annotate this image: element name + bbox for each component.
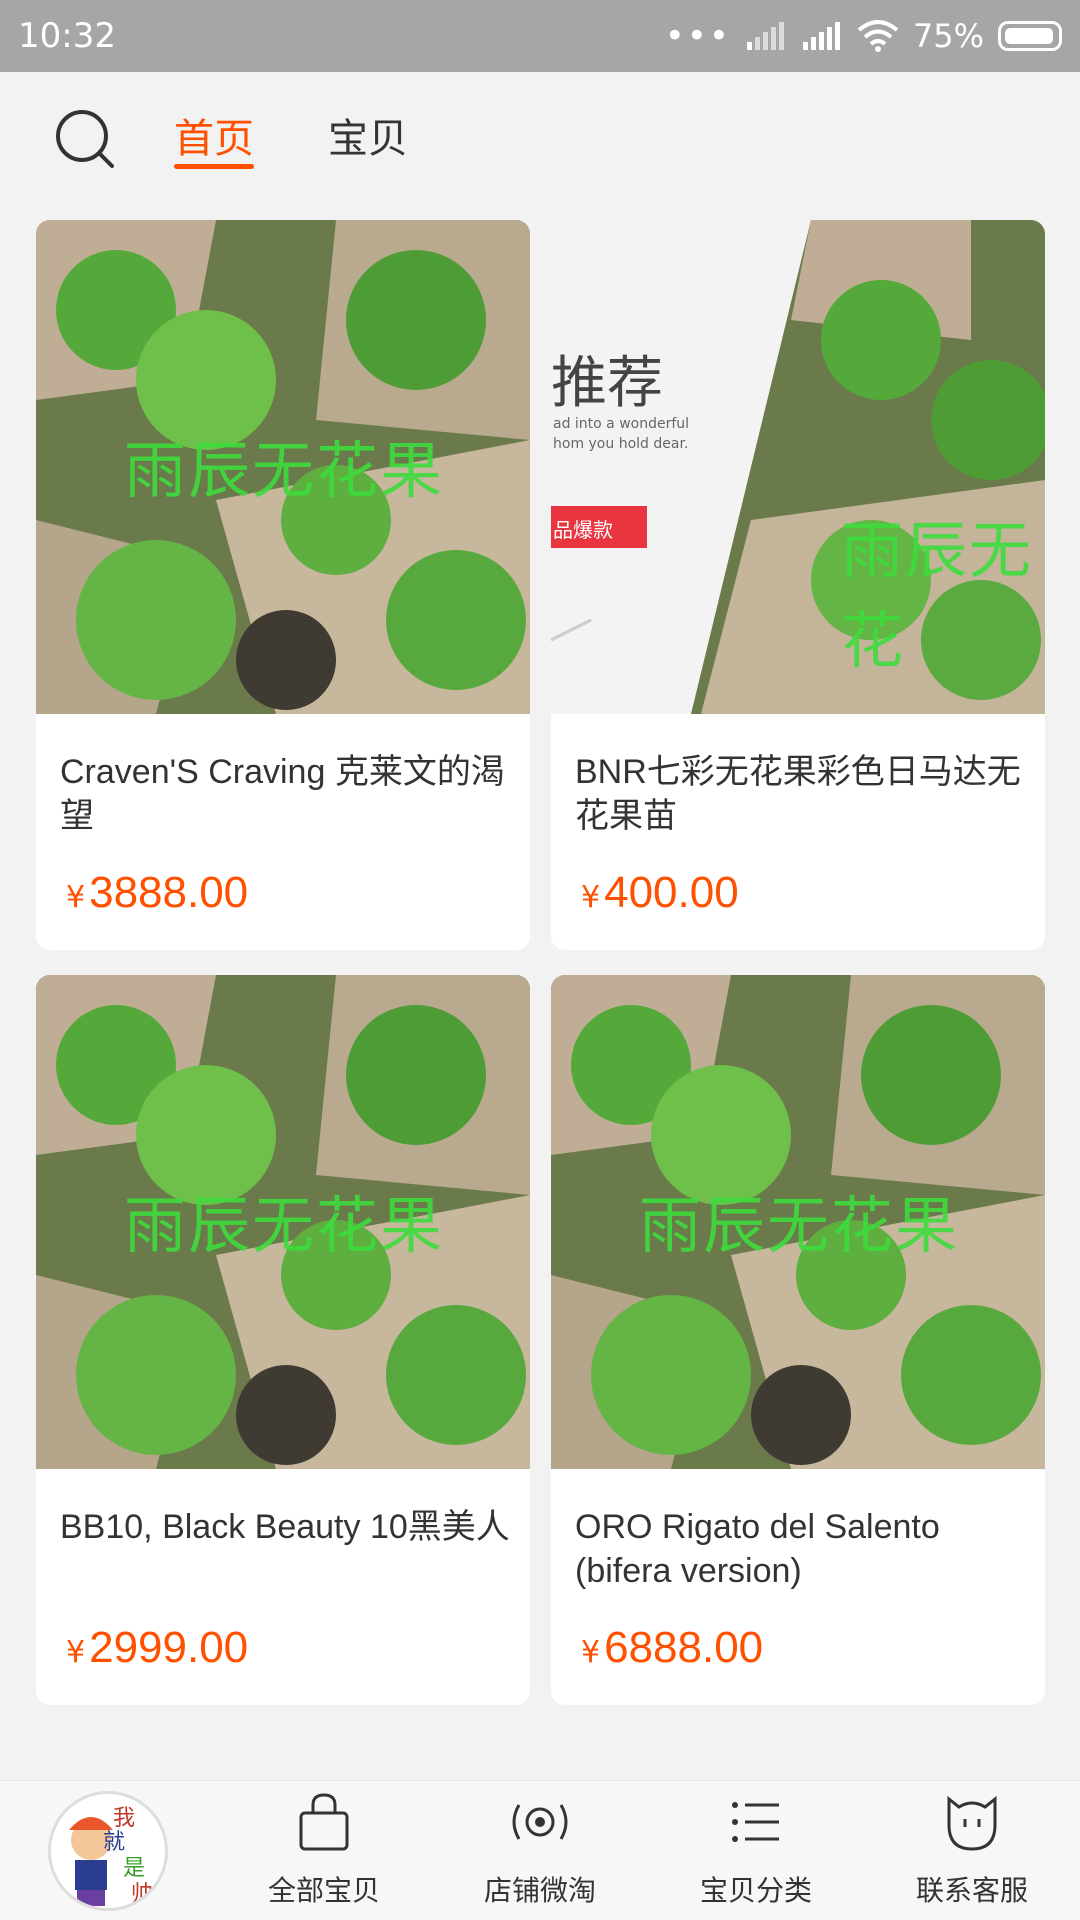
banner-title: 推荐 (551, 351, 663, 416)
product-title[interactable]: BNR七彩无花果彩色日马达无花果苗 (575, 750, 1025, 838)
product-title[interactable]: Craven'S Craving 克莱文的渴望 (60, 750, 510, 838)
product-image[interactable]: 雨辰无花果 (551, 975, 1045, 1469)
top-nav-bar: 首页 宝贝 (0, 72, 1080, 200)
product-price: ¥ 400.00 (581, 868, 739, 918)
more-dots-icon: ••• (664, 16, 731, 56)
status-icons: ••• 75% (665, 16, 1062, 56)
nav-customer-service[interactable]: 联系客服 (892, 1791, 1052, 1909)
product-title[interactable]: BB10, Black Beauty 10黑美人 (60, 1505, 510, 1549)
nav-categories[interactable]: 宝贝分类 (676, 1791, 836, 1909)
product-price: ¥ 3888.00 (66, 868, 248, 918)
image-watermark: 雨辰无花 (841, 514, 1034, 677)
battery-icon (998, 21, 1062, 51)
image-watermark: 雨辰无花果 (124, 1189, 445, 1262)
product-price: ¥ 6888.00 (581, 1623, 763, 1673)
product-card[interactable]: 雨辰无花果 ORO Rigato del Salento (bifera ver… (551, 975, 1045, 1705)
currency-symbol: ¥ (581, 880, 601, 915)
status-bar: 10:32 ••• 75% (0, 0, 1080, 72)
shop-logo[interactable]: 我 就 是 帅 (48, 1791, 168, 1911)
nav-shop-feed[interactable]: 店铺微淘 (460, 1791, 620, 1909)
product-price: ¥ 2999.00 (66, 1623, 248, 1673)
nav-label: 联系客服 (915, 1874, 1028, 1907)
currency-symbol: ¥ (66, 1635, 86, 1670)
signal-icon (746, 22, 784, 50)
price-value: 3888.00 (89, 868, 249, 917)
price-value: 2999.00 (89, 1623, 249, 1672)
price-value: 400.00 (604, 868, 739, 917)
broadcast-icon (512, 1804, 568, 1840)
status-time: 10:32 (18, 16, 116, 56)
banner-subtitle: hom you hold dear. (553, 436, 689, 452)
battery-percent: 75% (912, 17, 984, 55)
search-icon[interactable] (52, 106, 118, 172)
logo-text: 就 (103, 1830, 126, 1855)
bottom-nav-bar: 我 就 是 帅 全部宝贝 店铺微淘 宝贝分类 联系客服 (0, 1780, 1080, 1920)
price-value: 6888.00 (604, 1623, 764, 1672)
list-icon (732, 1802, 779, 1842)
nav-all-items[interactable]: 全部宝贝 (244, 1791, 404, 1909)
product-card[interactable]: 雨辰无花果 Craven'S Craving 克莱文的渴望 ¥ 3888.00 (36, 220, 530, 950)
product-title[interactable]: ORO Rigato del Salento (bifera version) (575, 1505, 1025, 1593)
wifi-icon (857, 20, 899, 52)
nav-label: 店铺微淘 (483, 1874, 596, 1907)
image-watermark: 雨辰无花果 (124, 434, 445, 507)
nav-label: 全部宝贝 (267, 1874, 380, 1907)
product-image[interactable]: 推荐 ad into a wonderful hom you hold dear… (551, 220, 1045, 714)
product-card[interactable]: 推荐 ad into a wonderful hom you hold dear… (551, 220, 1045, 950)
product-image[interactable]: 雨辰无花果 (36, 975, 530, 1469)
product-card[interactable]: 雨辰无花果 BB10, Black Beauty 10黑美人 ¥ 2999.00 (36, 975, 530, 1705)
product-image[interactable]: 雨辰无花果 (36, 220, 530, 714)
shopping-bag-icon (299, 1793, 349, 1851)
chat-face-icon (947, 1795, 997, 1851)
logo-text: 帅 (131, 1882, 154, 1907)
tab-items[interactable]: 宝贝 (328, 106, 408, 164)
active-tab-indicator (174, 164, 254, 169)
image-watermark: 雨辰无花果 (639, 1189, 960, 1262)
nav-label: 宝贝分类 (699, 1874, 812, 1907)
banner-subtitle: ad into a wonderful (553, 416, 690, 432)
tab-home[interactable]: 首页 (174, 106, 254, 164)
currency-symbol: ¥ (581, 1635, 601, 1670)
currency-symbol: ¥ (66, 880, 86, 915)
signal-icon-2 (802, 22, 840, 50)
banner-tag: 品爆款 (553, 518, 613, 542)
